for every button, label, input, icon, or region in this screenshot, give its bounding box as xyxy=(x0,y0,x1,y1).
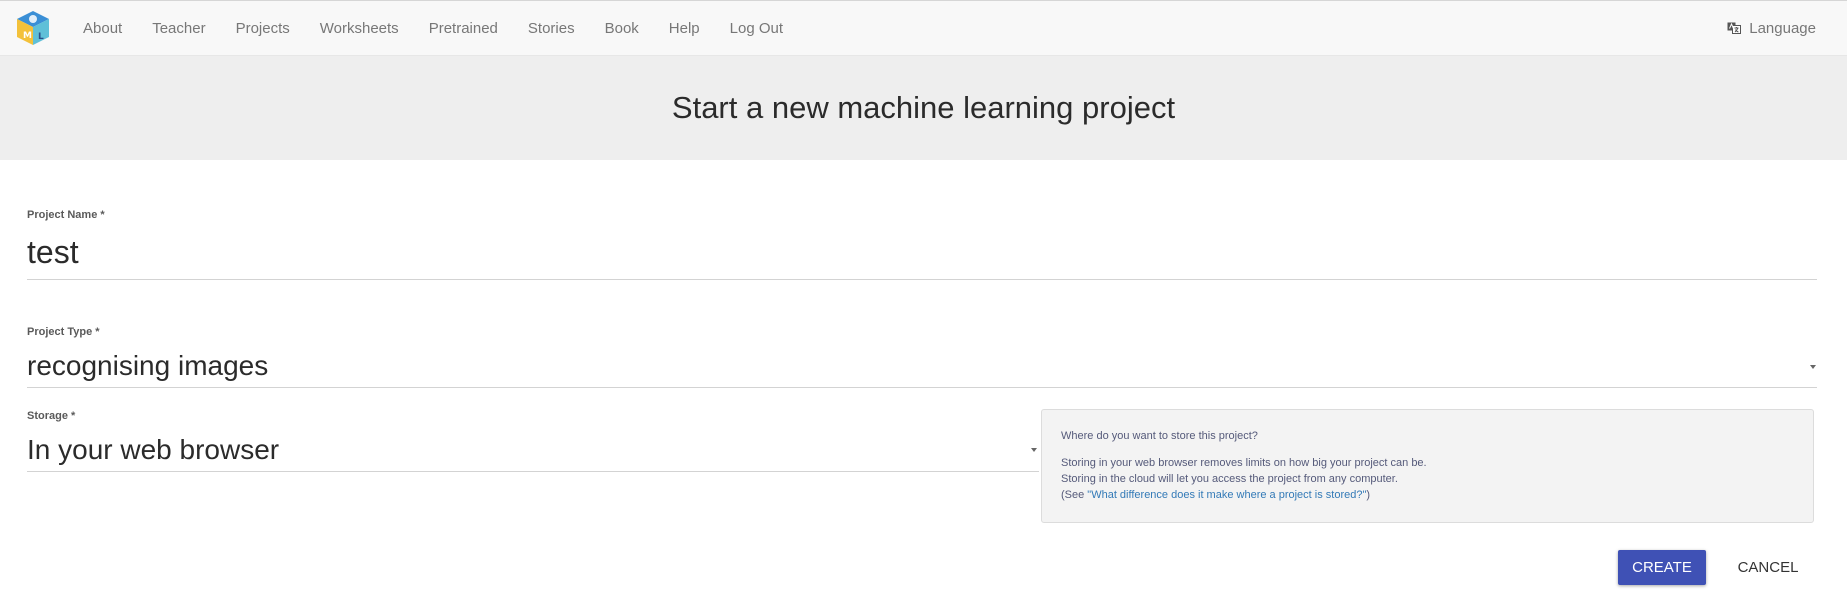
nav-link-stories[interactable]: Stories xyxy=(513,20,590,37)
project-type-label: Project Type * xyxy=(27,326,100,338)
language-menu[interactable]: Language xyxy=(1727,1,1816,55)
help-question: Where do you want to store this project? xyxy=(1061,430,1258,442)
nav-link-projects[interactable]: Projects xyxy=(221,20,305,37)
project-name-label: Project Name * xyxy=(27,209,105,221)
storage-label: Storage * xyxy=(27,410,76,422)
nav-links: About Teacher Projects Worksheets Pretra… xyxy=(68,1,798,55)
project-type-chevron-down-icon[interactable] xyxy=(1810,365,1816,369)
help-line-cloud: Storing in the cloud will let you access… xyxy=(1061,473,1398,485)
page-title: Start a new machine learning project xyxy=(671,90,1176,125)
storage-help-panel: Where do you want to store this project?… xyxy=(1041,409,1814,523)
language-label: Language xyxy=(1749,19,1816,37)
storage-difference-link[interactable]: "What difference does it make where a pr… xyxy=(1087,489,1366,501)
help-line-browser: Storing in your web browser removes limi… xyxy=(1061,457,1427,469)
storage-select[interactable]: In your web browser xyxy=(27,434,279,466)
top-navbar: M L About Teacher Projects Worksheets Pr… xyxy=(0,0,1847,56)
project-name-underline xyxy=(27,279,1817,280)
project-type-underline xyxy=(27,387,1817,388)
storage-underline xyxy=(27,471,1039,472)
project-type-select[interactable]: recognising images xyxy=(27,350,268,382)
nav-link-about[interactable]: About xyxy=(68,20,137,37)
nav-link-pretrained[interactable]: Pretrained xyxy=(414,20,513,37)
nav-link-help[interactable]: Help xyxy=(654,20,715,37)
storage-chevron-down-icon[interactable] xyxy=(1031,448,1037,452)
ml-cube-logo-icon[interactable]: M L xyxy=(14,9,52,47)
nav-link-worksheets[interactable]: Worksheets xyxy=(305,20,414,37)
nav-link-book[interactable]: Book xyxy=(590,20,654,37)
create-button[interactable]: CREATE xyxy=(1618,550,1706,585)
page-header: Start a new machine learning project xyxy=(0,56,1847,160)
nav-link-logout[interactable]: Log Out xyxy=(715,20,798,37)
help-see-prefix: (See xyxy=(1061,489,1088,501)
help-line-see: (See "What difference does it make where… xyxy=(1061,487,1794,503)
cancel-button[interactable]: CANCEL xyxy=(1724,550,1812,585)
project-name-input[interactable]: test xyxy=(27,234,79,271)
svg-text:M: M xyxy=(23,31,32,41)
nav-link-teacher[interactable]: Teacher xyxy=(137,20,220,37)
translate-icon xyxy=(1727,22,1742,34)
help-see-suffix: ) xyxy=(1366,489,1371,501)
svg-text:L: L xyxy=(38,32,44,42)
